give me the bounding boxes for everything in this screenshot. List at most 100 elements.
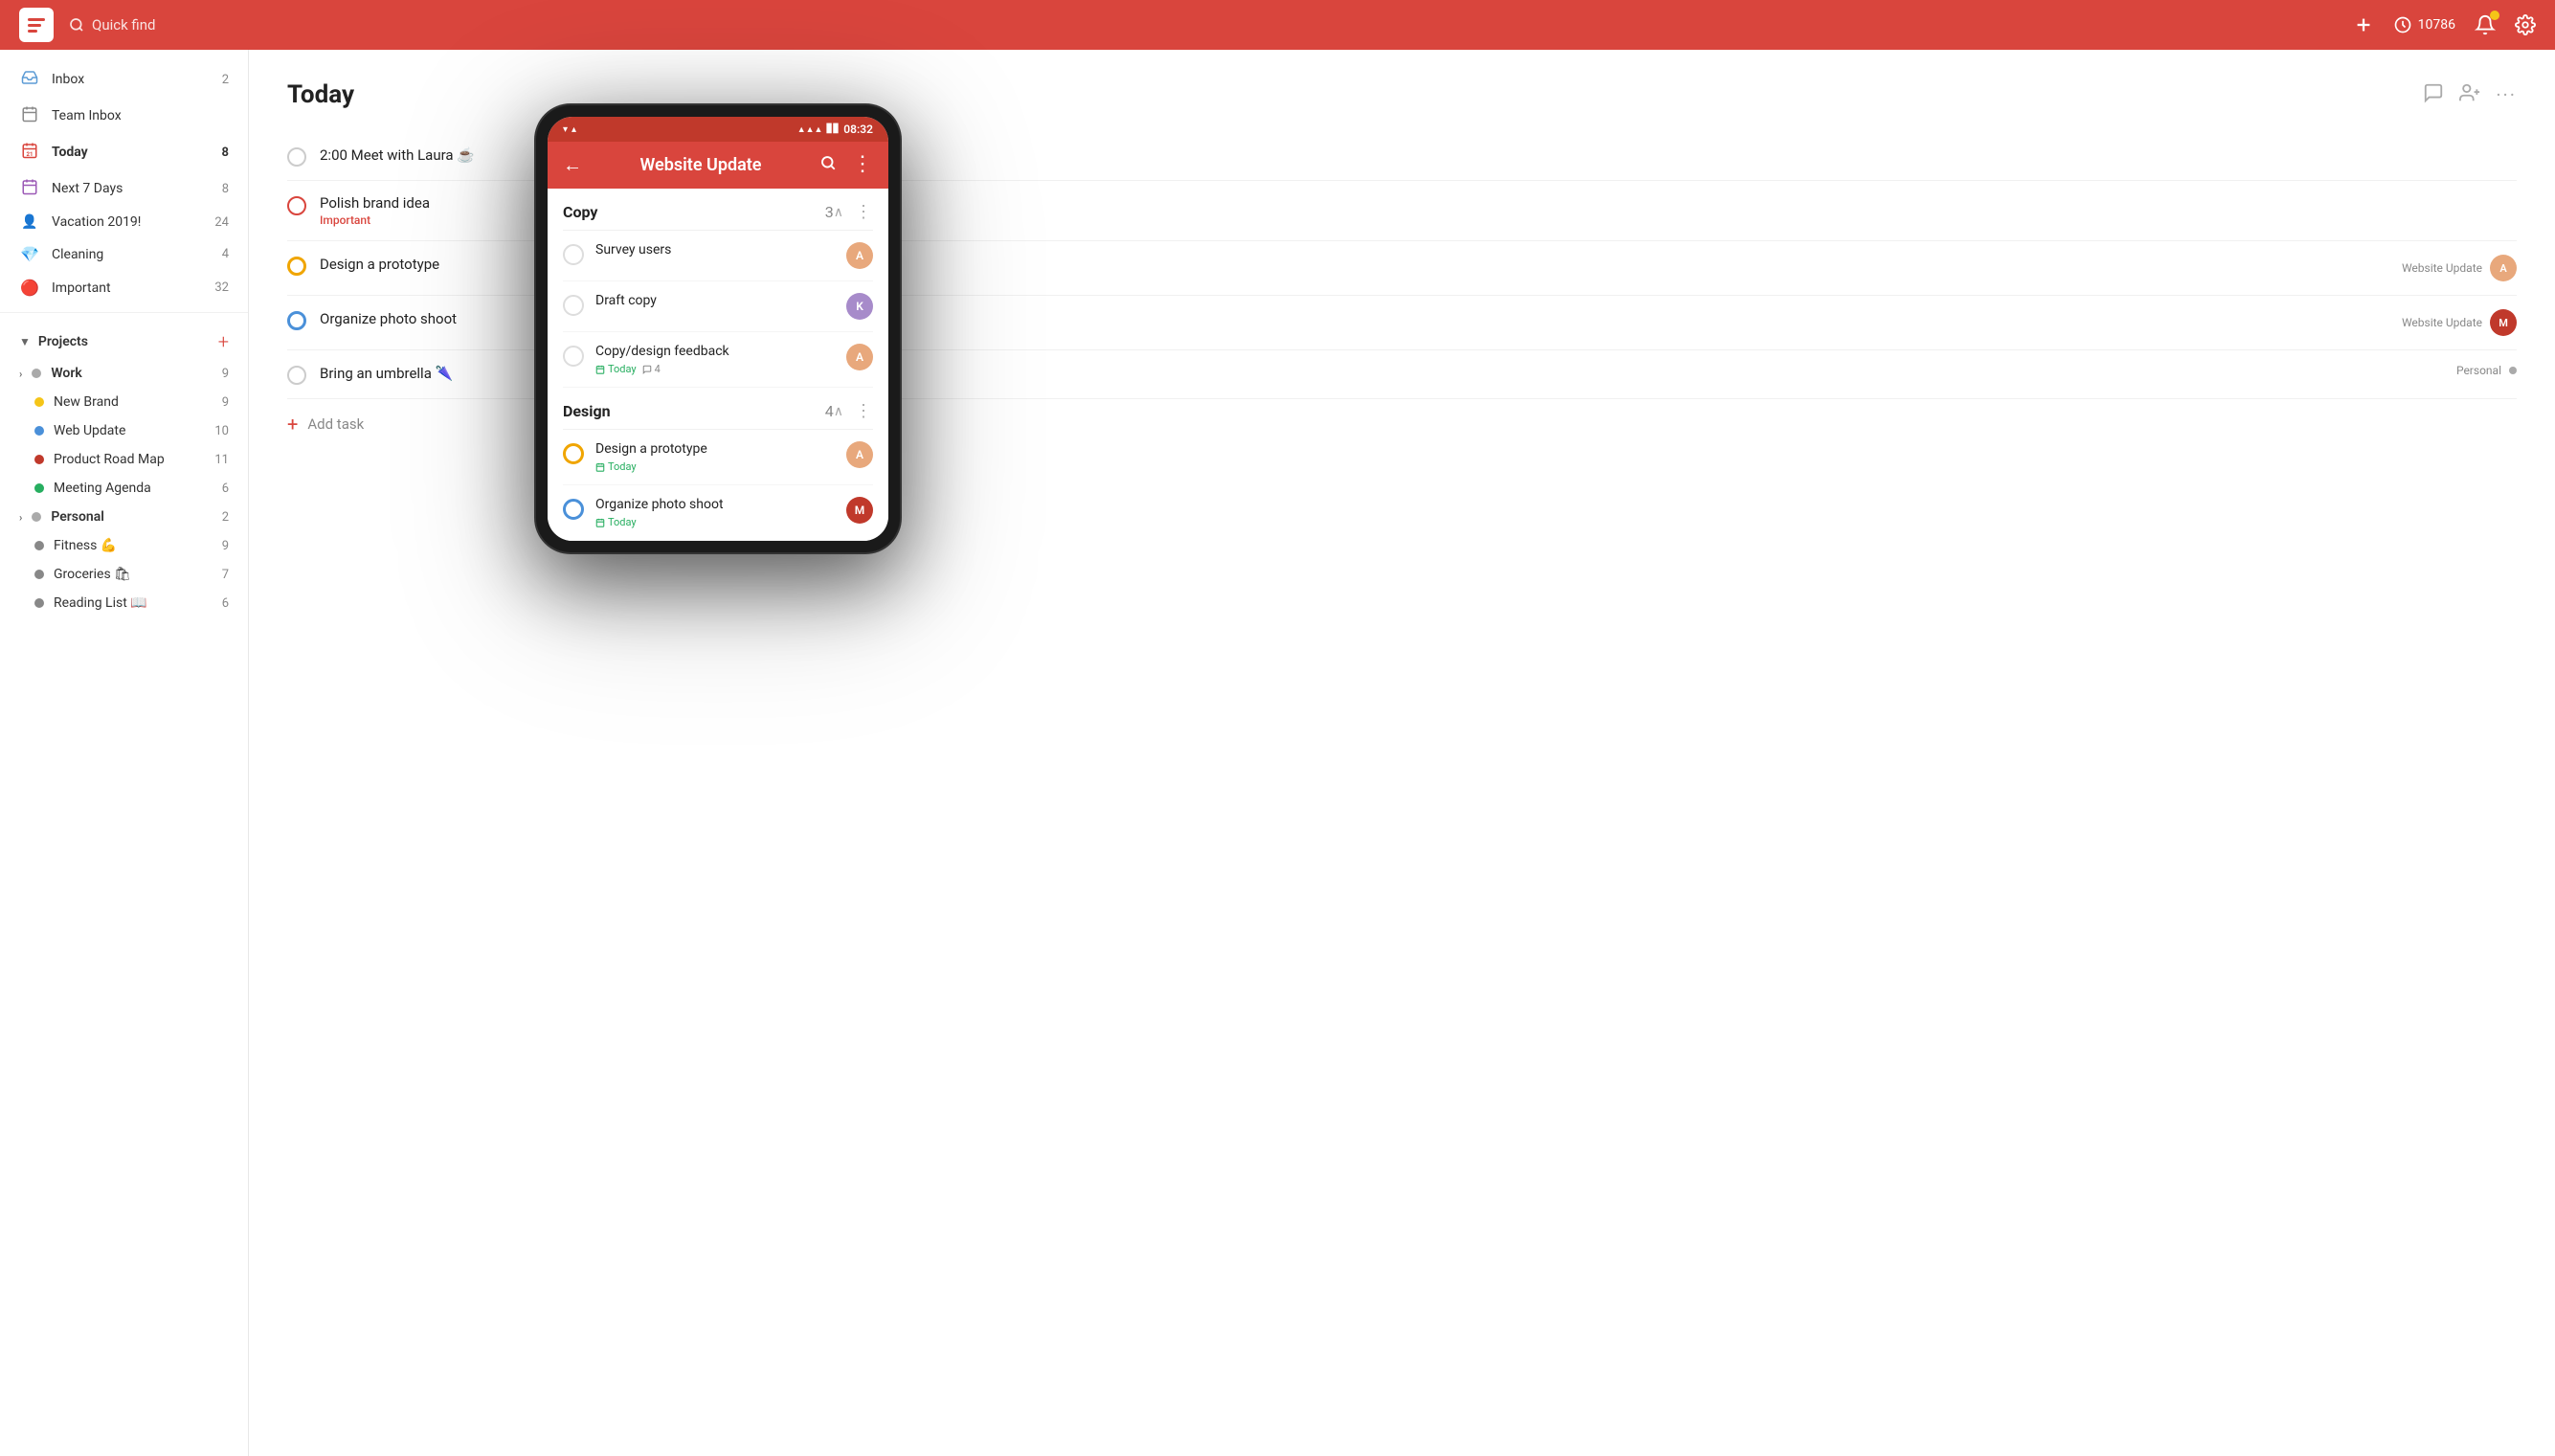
phone-mockup: ▾ ▴ ▲▲▲ ▊▊ 08:32 ← Website Update	[536, 105, 900, 552]
avatar: K	[846, 293, 873, 320]
task-checkbox[interactable]	[287, 311, 306, 330]
task-project: Website Update	[2402, 316, 2482, 329]
vacation-label: Vacation 2019!	[52, 214, 141, 230]
avatar-initials: A	[846, 441, 873, 468]
task-project: Website Update	[2402, 261, 2482, 275]
content-area: Today ···	[249, 50, 2555, 1456]
design-section-chevron-icon[interactable]: ∧	[834, 404, 843, 419]
phone-task-checkbox[interactable]	[563, 346, 584, 367]
personal-dot	[32, 512, 41, 522]
next7-label: Next 7 Days	[52, 181, 123, 196]
phone-status-bar: ▾ ▴ ▲▲▲ ▊▊ 08:32	[548, 117, 888, 142]
task-checkbox[interactable]	[287, 196, 306, 215]
sidebar-item-cleaning[interactable]: 💎 Cleaning 4	[0, 237, 248, 271]
more-options-button[interactable]: ···	[2496, 83, 2517, 106]
phone-back-button[interactable]: ←	[563, 153, 582, 177]
sidebar-item-vacation[interactable]: 👤 Vacation 2019! 24	[0, 207, 248, 237]
phone-task-content: Survey users	[595, 242, 835, 258]
copy-section-title: Copy	[563, 203, 821, 221]
task-name: Bring an umbrella 🌂	[320, 365, 453, 382]
sidebar-item-fitness[interactable]: Fitness 💪 9	[0, 531, 248, 560]
app-logo[interactable]	[19, 8, 54, 42]
comment-button[interactable]	[2423, 82, 2444, 107]
main-layout: Inbox 2 Team Inbox 21	[0, 50, 2555, 1456]
settings-button[interactable]	[2515, 14, 2536, 35]
search-placeholder: Quick find	[92, 16, 155, 34]
fitness-count: 9	[222, 539, 229, 553]
phone-task-survey-users[interactable]: Survey users A	[563, 231, 873, 281]
sidebar-item-important[interactable]: 🔴 Important 32	[0, 271, 248, 304]
inbox-count: 2	[222, 73, 229, 87]
phone-task-checkbox[interactable]	[563, 499, 584, 520]
top-nav: Quick find 10786	[0, 0, 2555, 50]
phone-task-name: Draft copy	[595, 293, 835, 308]
page-title: Today	[287, 80, 354, 109]
timer-display[interactable]: 10786	[2393, 15, 2455, 34]
search-bar[interactable]: Quick find	[69, 16, 2338, 34]
project-dot	[2509, 367, 2517, 374]
task-right: Personal	[2456, 364, 2517, 377]
sidebar-item-team-inbox[interactable]: Team Inbox	[0, 98, 248, 134]
sidebar-item-meeting-agenda[interactable]: Meeting Agenda 6	[0, 474, 248, 503]
sidebar-item-next7[interactable]: Next 7 Days 8	[0, 170, 248, 207]
projects-section-header[interactable]: ▼ Projects +	[0, 321, 248, 359]
next7-icon	[19, 178, 40, 199]
phone-task-meta: Today 4	[595, 363, 835, 375]
work-label: Work	[51, 366, 81, 381]
task-checkbox[interactable]	[287, 147, 306, 167]
personal-group-header[interactable]: › Personal 2	[0, 503, 248, 531]
sidebar-item-reading-list[interactable]: Reading List 📖 6	[0, 589, 248, 617]
team-inbox-icon	[19, 105, 40, 126]
phone-task-design-prototype[interactable]: Design a prototype Today	[563, 430, 873, 485]
work-count: 9	[222, 367, 229, 381]
important-count: 32	[214, 280, 229, 295]
sidebar-item-groceries[interactable]: Groceries 🛍 7	[0, 560, 248, 589]
product-road-map-label: Product Road Map	[54, 452, 165, 467]
vacation-count: 24	[214, 215, 229, 230]
phone-task-checkbox[interactable]	[563, 295, 584, 316]
sidebar-item-product-road-map[interactable]: Product Road Map 11	[0, 445, 248, 474]
copy-section-more-icon[interactable]: ⋮	[855, 202, 873, 222]
add-button[interactable]	[2353, 14, 2374, 35]
add-collaborator-button[interactable]	[2459, 82, 2480, 107]
copy-section-chevron-icon[interactable]: ∧	[834, 205, 843, 220]
design-section-more-icon[interactable]: ⋮	[855, 401, 873, 421]
phone-frame: ▾ ▴ ▲▲▲ ▊▊ 08:32 ← Website Update	[536, 105, 900, 552]
avatar-initials: K	[846, 293, 873, 320]
phone-task-draft-copy[interactable]: Draft copy K	[563, 281, 873, 332]
today-count: 8	[222, 146, 229, 160]
phone-task-copy-design[interactable]: Copy/design feedback Today	[563, 332, 873, 388]
add-project-button[interactable]: +	[218, 330, 229, 353]
phone-task-comments: 4	[642, 363, 661, 375]
fitness-label: Fitness 💪	[54, 538, 117, 553]
web-update-label: Web Update	[54, 423, 125, 438]
sidebar-item-inbox[interactable]: Inbox 2	[0, 61, 248, 98]
work-group-header[interactable]: › Work 9	[0, 359, 248, 388]
task-checkbox[interactable]	[287, 257, 306, 276]
phone-task-checkbox[interactable]	[563, 244, 584, 265]
sidebar: Inbox 2 Team Inbox 21	[0, 50, 249, 1456]
groceries-dot	[34, 570, 44, 579]
personal-count: 2	[222, 510, 229, 525]
task-checkbox[interactable]	[287, 366, 306, 385]
phone-search-icon[interactable]	[819, 154, 837, 176]
phone-more-icon[interactable]: ⋮	[852, 154, 873, 176]
phone-task-content: Organize photo shoot Today	[595, 497, 835, 528]
phone-task-photo-shoot[interactable]: Organize photo shoot Today	[563, 485, 873, 541]
task-project: Personal	[2456, 364, 2501, 377]
reading-list-label: Reading List 📖	[54, 595, 147, 611]
phone-task-checkbox[interactable]	[563, 443, 584, 464]
task-right: Website Update M	[2402, 309, 2517, 336]
phone-section-design-header: Design 4 ∧ ⋮	[563, 388, 873, 430]
phone-section-copy-header: Copy 3 ∧ ⋮	[563, 189, 873, 231]
fitness-dot	[34, 541, 44, 550]
sidebar-item-today[interactable]: 21 Today 8	[0, 134, 248, 170]
sidebar-item-new-brand[interactable]: New Brand 9	[0, 388, 248, 416]
phone-app-header: ← Website Update ⋮	[548, 142, 888, 189]
svg-text:21: 21	[27, 151, 34, 158]
notifications-button[interactable]	[2475, 14, 2496, 35]
sidebar-item-web-update[interactable]: Web Update 10	[0, 416, 248, 445]
product-road-map-count: 11	[214, 453, 229, 467]
phone-task-date: Today	[595, 516, 637, 528]
task-name: Organize photo shoot	[320, 310, 457, 327]
